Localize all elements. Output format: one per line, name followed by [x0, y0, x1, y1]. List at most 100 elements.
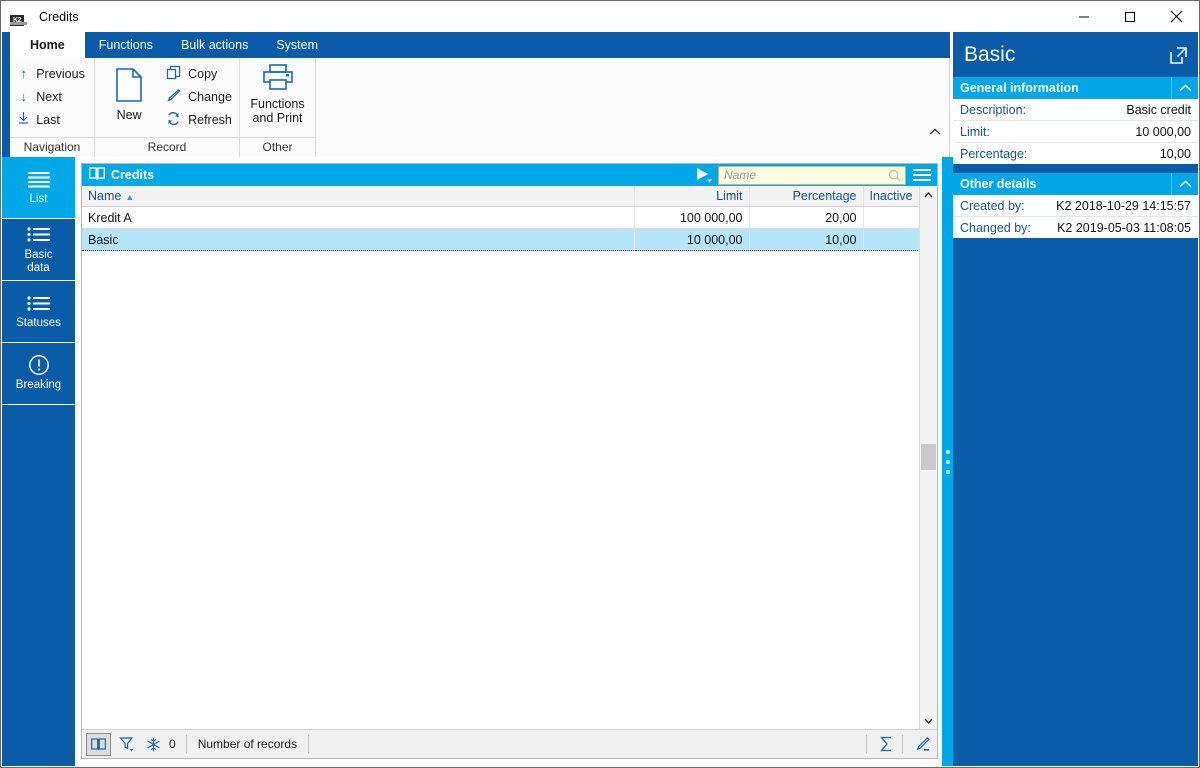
column-header-name[interactable]: Name ▲ — [82, 186, 635, 207]
ribbon-group-record: New Copy Change Refresh Record — [95, 58, 240, 157]
ribbon-collapse-icon[interactable] — [929, 128, 941, 139]
table-row[interactable]: Basic 10 000,00 10,00 — [82, 228, 919, 251]
funnel-filter-icon[interactable] — [115, 734, 138, 755]
ribbon-body: ↑ Previous ↓ Next Last Navigation New Co… — [10, 58, 950, 157]
application-window: K2 Credits Home Functions Bulk actions S… — [0, 0, 1200, 768]
sigma-sum-icon[interactable] — [875, 734, 898, 755]
cell-inactive — [863, 206, 919, 229]
next-button[interactable]: ↓ Next — [13, 85, 89, 108]
next-label: Next — [36, 89, 62, 104]
cell-name: Kredit A — [82, 206, 635, 229]
previous-button[interactable]: ↑ Previous — [13, 62, 89, 85]
table-area: Name ▲ Limit Percentage Inactive Kredit A… — [82, 186, 937, 729]
column-header-inactive[interactable]: Inactive — [863, 186, 919, 207]
list-title-group: Credits — [89, 166, 154, 184]
refresh-icon — [166, 111, 181, 129]
section-title: Other details — [960, 177, 1037, 191]
refresh-label: Refresh — [188, 112, 232, 127]
scroll-down-button[interactable] — [920, 712, 937, 729]
list-header-tools: Name — [696, 164, 937, 186]
sidebar-item-basic-data[interactable]: Basic data — [2, 219, 75, 281]
cell-limit: 10 000,00 — [634, 228, 750, 251]
details-section-general: General information Description: Basic c… — [953, 77, 1198, 164]
close-button[interactable] — [1153, 1, 1199, 32]
scroll-up-button[interactable] — [920, 186, 937, 203]
ribbon-tabs: Home Functions Bulk actions System — [2, 32, 332, 58]
last-button[interactable]: Last — [13, 108, 89, 131]
detail-label: Limit: — [960, 124, 990, 139]
arrow-to-bottom-icon — [17, 111, 30, 128]
new-button[interactable]: New — [99, 62, 159, 122]
detail-row-changed-by: Changed by: K2 2019-05-03 11:08:05 — [953, 217, 1198, 238]
chevron-up-icon[interactable] — [1171, 77, 1198, 99]
bullet-list-icon — [26, 225, 52, 245]
detail-row-description: Description: Basic credit — [953, 99, 1198, 121]
window-controls — [1061, 1, 1199, 32]
window-title: Credits — [39, 9, 79, 24]
tab-bulk-actions[interactable]: Bulk actions — [167, 32, 262, 58]
panel-splitter[interactable] — [942, 157, 953, 766]
tab-functions[interactable]: Functions — [85, 32, 167, 58]
details-title: Basic — [964, 42, 1016, 66]
sidebar-label-statuses: Statuses — [16, 317, 61, 329]
title-bar: K2 Credits — [1, 1, 1199, 32]
previous-label: Previous — [36, 66, 85, 81]
sidebar-label-breaking: Breaking — [15, 379, 62, 391]
divider — [902, 735, 903, 753]
sidebar-label-list: List — [29, 193, 48, 205]
list-header: Credits Name — [82, 164, 937, 186]
refresh-button[interactable]: Refresh — [163, 108, 235, 131]
group-label-navigation: Navigation — [10, 137, 94, 157]
column-header-percentage[interactable]: Percentage — [749, 186, 864, 207]
sidebar-item-breaking[interactable]: Breaking — [2, 343, 75, 405]
book-view-icon[interactable] — [86, 732, 111, 756]
list-status-bar: 0 Number of records — [82, 729, 937, 758]
minimize-button[interactable] — [1061, 1, 1107, 32]
chevron-up-icon[interactable] — [1171, 173, 1198, 195]
detail-value: K2 2018-10-29 14:15:57 — [1056, 198, 1191, 213]
tab-system[interactable]: System — [262, 32, 332, 58]
section-header-other-details[interactable]: Other details — [953, 173, 1198, 195]
detail-row-percentage: Percentage: 10,00 — [953, 143, 1198, 164]
snowflake-icon[interactable] — [142, 734, 165, 755]
section-header-general-information[interactable]: General information — [953, 77, 1198, 99]
copy-icon — [166, 65, 181, 83]
section-title: General information — [960, 81, 1079, 95]
search-input[interactable]: Name — [718, 165, 906, 187]
filter-count: 0 — [169, 737, 176, 751]
magnifier-icon[interactable] — [888, 169, 901, 187]
detail-label: Description: — [960, 102, 1026, 117]
book-icon — [89, 166, 105, 184]
sidebar-label-basic-data: Basic data — [24, 248, 53, 274]
detail-row-created-by: Created by: K2 2018-10-29 14:15:57 — [953, 195, 1198, 217]
scrollbar-thumb[interactable] — [921, 444, 936, 470]
cell-name: Basic — [82, 228, 635, 251]
functions-and-print-button[interactable]: Functions and Print — [245, 63, 311, 125]
details-title-bar: Basic — [953, 32, 1198, 77]
table-row[interactable]: Kredit A 100 000,00 20,00 — [82, 206, 919, 229]
change-button[interactable]: Change — [163, 85, 235, 108]
column-header-limit[interactable]: Limit — [634, 186, 750, 207]
divider — [866, 735, 867, 753]
maximize-button[interactable] — [1107, 1, 1153, 32]
pop-out-icon[interactable] — [1170, 46, 1187, 70]
list-menu-button[interactable] — [911, 169, 933, 181]
records-label: Number of records — [197, 737, 298, 751]
table-vertical-scrollbar[interactable] — [919, 186, 937, 729]
play-filled-icon[interactable] — [696, 167, 713, 183]
list-lines-icon — [26, 169, 52, 189]
exclamation-circle-icon — [28, 355, 50, 375]
pencil-edit-icon[interactable] — [911, 734, 934, 755]
printer-icon — [262, 63, 294, 94]
sidebar-item-list[interactable]: List — [2, 157, 75, 219]
caret-up-icon: ▲ — [125, 192, 135, 202]
arrow-up-icon: ↑ — [20, 66, 27, 81]
sidebar-item-statuses[interactable]: Statuses — [2, 281, 75, 343]
app-icon[interactable]: K2 — [10, 8, 28, 26]
copy-button[interactable]: Copy — [163, 62, 235, 85]
cell-inactive — [863, 228, 919, 251]
credits-table: Name ▲ Limit Percentage Inactive Kredit A… — [82, 186, 919, 251]
tab-home[interactable]: Home — [10, 32, 85, 58]
detail-value: K2 2019-05-03 11:08:05 — [1057, 220, 1191, 235]
